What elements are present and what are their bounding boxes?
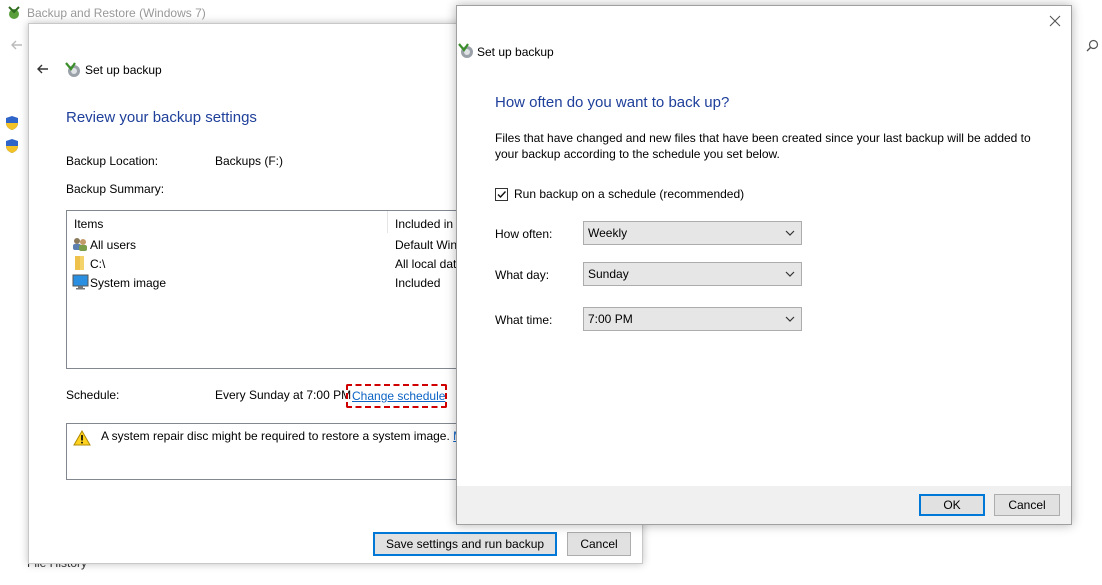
change-schedule-link[interactable]: Change schedule <box>352 389 445 403</box>
schedule-description: Files that have changed and new files th… <box>495 131 1031 161</box>
backup-app-icon <box>64 61 82 79</box>
table-row-value: Included <box>395 276 441 290</box>
folder-icon <box>72 255 88 271</box>
what-time-value: 7:00 PM <box>588 312 633 326</box>
warning-box: A system repair disc might be required t… <box>66 423 466 480</box>
column-header-included[interactable]: Included in <box>395 217 453 231</box>
what-day-value: Sunday <box>588 267 629 281</box>
back-arrow-icon[interactable] <box>10 38 24 52</box>
how-often-value: Weekly <box>588 226 628 240</box>
warning-message: A system repair disc might be required t… <box>101 429 463 443</box>
run-on-schedule-label[interactable]: Run backup on a schedule (recommended) <box>514 187 744 201</box>
page-heading: How often do you want to back up? <box>495 94 730 111</box>
warning-icon <box>73 430 91 446</box>
chevron-down-icon <box>785 271 795 277</box>
monitor-icon <box>72 274 89 290</box>
schedule-dialog: Set up backup How often do you want to b… <box>456 5 1072 525</box>
uac-shield-icon <box>5 115 19 131</box>
backup-summary-table: Items Included in All users Default Win … <box>66 210 466 369</box>
change-schedule-highlight[interactable]: Change schedule <box>346 384 447 408</box>
what-time-select[interactable]: 7:00 PM <box>583 307 802 331</box>
back-arrow-icon[interactable] <box>36 62 50 76</box>
table-row-name: System image <box>90 276 167 290</box>
backup-app-icon <box>457 42 475 60</box>
close-icon[interactable] <box>1049 15 1061 27</box>
backup-location-value: Backups (F:) <box>215 154 284 168</box>
backup-location-label: Backup Location: <box>66 154 159 168</box>
dialog-app-title: Set up backup <box>477 45 554 59</box>
schedule-value: Every Sunday at 7:00 PM <box>215 388 352 402</box>
backup-summary-label: Backup Summary: <box>66 182 165 196</box>
cancel-button[interactable]: Cancel <box>567 532 631 556</box>
how-often-select[interactable]: Weekly <box>583 221 802 245</box>
schedule-label: Schedule: <box>66 388 120 402</box>
table-row-name: All users <box>90 238 137 252</box>
column-header-items[interactable]: Items <box>74 217 103 231</box>
table-row-value: Default Win <box>395 238 458 252</box>
what-day-label: What day: <box>495 268 550 282</box>
table-row-name: C:\ <box>90 257 106 271</box>
run-on-schedule-checkbox[interactable] <box>495 188 508 201</box>
warning-text: A system repair disc might be required t… <box>101 429 450 443</box>
dialog-app-title: Set up backup <box>85 63 162 77</box>
table-row-value: All local dat <box>395 257 457 271</box>
save-and-run-button[interactable]: Save settings and run backup <box>373 532 557 556</box>
uac-shield-icon <box>5 138 19 154</box>
users-icon <box>72 236 88 252</box>
column-divider[interactable] <box>387 211 388 233</box>
window-title: Backup and Restore (Windows 7) <box>27 6 206 20</box>
chevron-down-icon <box>785 230 795 236</box>
backup-app-icon <box>6 5 22 21</box>
what-time-label: What time: <box>495 313 553 327</box>
search-icon[interactable] <box>1086 39 1099 52</box>
chevron-down-icon <box>785 316 795 322</box>
cancel-button[interactable]: Cancel <box>994 494 1060 516</box>
how-often-label: How often: <box>495 227 553 241</box>
ok-button[interactable]: OK <box>919 494 985 516</box>
page-heading: Review your backup settings <box>66 109 257 126</box>
what-day-select[interactable]: Sunday <box>583 262 802 286</box>
